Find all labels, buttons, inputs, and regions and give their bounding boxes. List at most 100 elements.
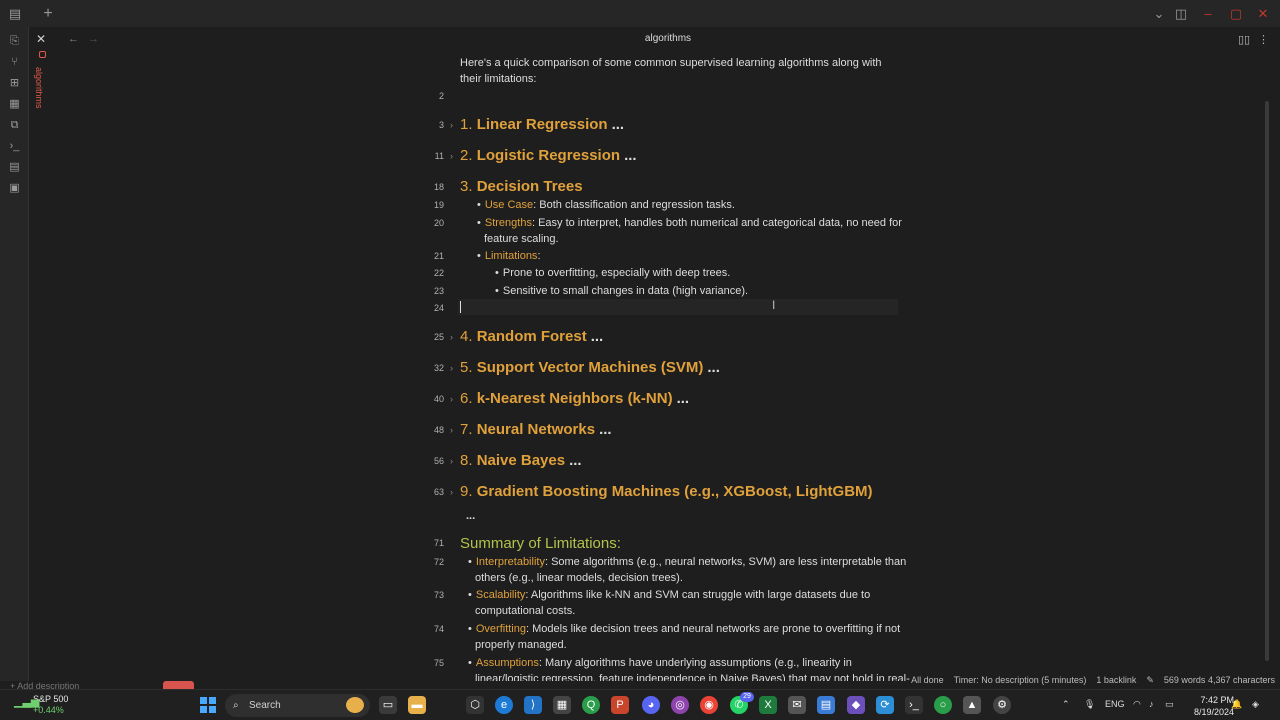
heading-neural-networks[interactable]: 7. Neural Networks...	[460, 421, 612, 438]
fold-dots[interactable]: ...	[612, 116, 625, 133]
fold-dots[interactable]: ...	[591, 328, 604, 345]
minimize-icon[interactable]: –	[1199, 5, 1217, 23]
fold-arrow-icon[interactable]: ›	[450, 487, 453, 497]
heading-naive-bayes[interactable]: 8. Naive Bayes...	[460, 452, 582, 469]
heading-random-forest[interactable]: 4. Random Forest...	[460, 328, 603, 345]
canvas-icon[interactable]: ⊞	[7, 76, 22, 91]
app-icon-5[interactable]: ○	[934, 696, 952, 714]
fold-arrow-icon[interactable]: ›	[450, 151, 453, 161]
fold-arrow-icon[interactable]: ›	[450, 120, 453, 130]
heading-decision-trees[interactable]: 3. Decision Trees	[460, 178, 583, 195]
heading-svm[interactable]: 5. Support Vector Machines (SVM)...	[460, 359, 720, 376]
list-item-strengths: Strengths: Easy to interpret, handles bo…	[477, 215, 902, 231]
fold-arrow-icon[interactable]: ›	[450, 332, 453, 342]
daily-note-icon[interactable]: ▦	[7, 97, 22, 112]
heading-summary[interactable]: Summary of Limitations:	[460, 535, 621, 552]
notepad-icon[interactable]: ▤	[817, 696, 835, 714]
wifi-icon[interactable]: ◠	[1133, 699, 1141, 710]
terminal-icon[interactable]: ›_	[7, 139, 22, 154]
app-icon-4[interactable]: ⟳	[876, 696, 894, 714]
scrollbar[interactable]	[1265, 101, 1269, 661]
graph-view-icon[interactable]: ⑂	[7, 55, 22, 70]
title-bar: ▤ + ⌄ ◫ – ▢ ✕	[0, 0, 1280, 27]
timer-status[interactable]: Timer: No description (5 minutes)	[954, 675, 1087, 685]
heading-number: 2.	[460, 147, 473, 164]
file-explorer-icon[interactable]: ▬	[408, 696, 426, 714]
status-bar: All done Timer: No description (5 minute…	[911, 671, 1275, 689]
list-item-text-cont: others (e.g., linear models, decision tr…	[475, 572, 683, 584]
microphone-icon[interactable]: 🎙	[1084, 699, 1095, 710]
fold-arrow-icon[interactable]: ›	[450, 394, 453, 404]
battery-icon[interactable]: ▭	[1165, 699, 1174, 710]
taskbar: ▁▃▅ S&P 500 +0.44% ⌕ Search ▭ ▬ ⬡ e ⟩ ▦ …	[0, 689, 1280, 720]
right-sidebar-toggle-icon[interactable]: ◫	[1172, 5, 1190, 23]
stock-widget[interactable]: ▁▃▅ S&P 500 +0.44%	[14, 694, 68, 716]
task-view-icon[interactable]: ▭	[379, 696, 397, 714]
heading-title: Gradient Boosting Machines (e.g., XGBoos…	[476, 483, 873, 500]
close-tab-icon[interactable]: ✕	[36, 32, 46, 46]
edge-icon[interactable]: e	[495, 696, 513, 714]
notification-bell-icon[interactable]: 🔔	[1231, 699, 1242, 710]
sidebar-toggle-icon[interactable]: ▤	[6, 5, 24, 23]
app-icon-2[interactable]: Q	[582, 696, 600, 714]
active-line[interactable]	[458, 299, 898, 315]
list-item-text: : Some algorithms (e.g., neural networks…	[544, 556, 907, 568]
chrome-icon[interactable]: ◉	[700, 696, 718, 714]
fold-dots[interactable]: ...	[624, 147, 637, 164]
clock[interactable]: 7:42 PM 8/19/2024	[1194, 694, 1234, 718]
fold-dots[interactable]: ...	[707, 359, 720, 376]
fold-dots[interactable]: ...	[677, 390, 690, 407]
vertical-tab[interactable]: ✕ algorithms	[29, 27, 56, 681]
weather-icon	[346, 697, 364, 713]
vscode-icon[interactable]: ⟩	[524, 696, 542, 714]
mail-icon[interactable]: ✉	[788, 696, 806, 714]
templates-icon[interactable]: ⧉	[7, 118, 22, 133]
obsidian-icon[interactable]: ◆	[847, 696, 865, 714]
maximize-icon[interactable]: ▢	[1227, 5, 1245, 23]
reading-view-icon[interactable]: ▯▯	[1238, 33, 1250, 46]
tab-label[interactable]: algorithms	[34, 67, 44, 109]
open-quick-switcher-icon[interactable]: ⎘	[7, 34, 22, 49]
terminal-app-icon[interactable]: ›_	[905, 696, 923, 714]
editor[interactable]: Here's a quick comparison of some common…	[56, 51, 1271, 681]
app-icon-6[interactable]: ▲	[963, 696, 981, 714]
heading-number: 5.	[460, 359, 473, 376]
chevron-down-icon[interactable]: ⌄	[1150, 5, 1168, 23]
excel-icon[interactable]: X	[759, 696, 777, 714]
fold-arrow-icon[interactable]: ›	[450, 456, 453, 466]
app-icon-7[interactable]: ⚙	[993, 696, 1011, 714]
chevron-up-icon[interactable]: ⌃	[1062, 699, 1070, 710]
copilot-icon[interactable]: ◈	[1252, 699, 1259, 710]
language-indicator[interactable]: ENG	[1105, 699, 1125, 709]
calculator-icon[interactable]: ▦	[553, 696, 571, 714]
fold-arrow-icon[interactable]: ›	[450, 363, 453, 373]
fold-arrow-icon[interactable]: ›	[450, 425, 453, 435]
calendar-icon[interactable]: ▤	[7, 160, 22, 175]
powerpoint-icon[interactable]: P	[611, 696, 629, 714]
sync-status[interactable]: All done	[911, 675, 944, 685]
heading-linear-regression[interactable]: 1. Linear Regression...	[460, 116, 624, 133]
file-icon	[39, 51, 46, 58]
intro-text: Here's a quick comparison of some common…	[460, 57, 882, 69]
list-item-limitations: Limitations:	[477, 248, 541, 264]
slides-icon[interactable]: ▣	[7, 181, 22, 196]
edit-pencil-icon[interactable]: ✎	[1146, 675, 1154, 686]
app-icon-3[interactable]: ◎	[671, 696, 689, 714]
fold-dots[interactable]: ...	[599, 421, 612, 438]
app-icon-1[interactable]: ⬡	[466, 696, 484, 714]
windows-start-icon[interactable]	[200, 697, 216, 713]
line-number: 56	[433, 456, 444, 466]
heading-logistic-regression[interactable]: 2. Logistic Regression...	[460, 147, 637, 164]
heading-gradient-boosting[interactable]: 9. Gradient Boosting Machines (e.g., XGB…	[460, 483, 873, 500]
new-tab-icon[interactable]: +	[39, 5, 57, 23]
backlinks-count[interactable]: 1 backlink	[1096, 675, 1136, 685]
taskbar-search[interactable]: ⌕ Search	[225, 694, 370, 717]
close-window-icon[interactable]: ✕	[1254, 5, 1272, 23]
discord-icon[interactable]: ◕	[642, 696, 660, 714]
heading-knn[interactable]: 6. k-Nearest Neighbors (k-NN)...	[460, 390, 689, 407]
volume-icon[interactable]: ♪	[1149, 699, 1154, 709]
fold-dots[interactable]: ...	[466, 508, 475, 524]
note-title[interactable]: algorithms	[56, 33, 1280, 44]
fold-dots[interactable]: ...	[569, 452, 582, 469]
more-options-icon[interactable]: ⋮	[1258, 33, 1269, 46]
